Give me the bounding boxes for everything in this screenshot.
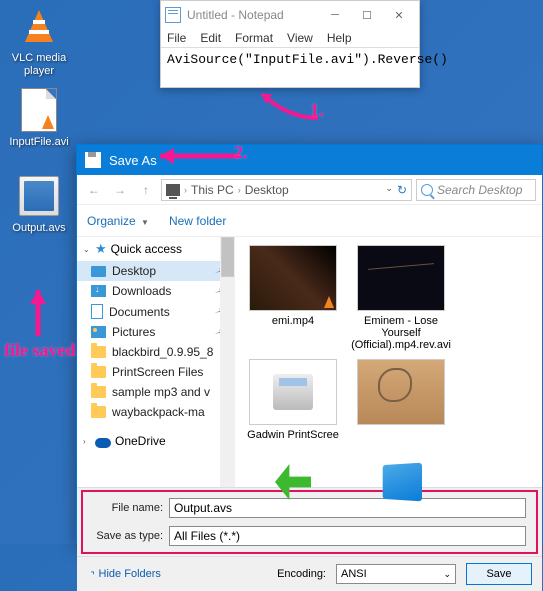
scrollbar-thumb[interactable]	[221, 237, 235, 277]
onedrive-icon	[95, 438, 111, 448]
chevron-right-icon: ›	[184, 185, 187, 195]
annotation-arrow-1	[248, 88, 328, 122]
vlc-icon	[25, 10, 53, 42]
nav-tree: ⌄ ★ Quick access Desktop📌 Downloads📌 Doc…	[77, 237, 235, 487]
encoding-select[interactable]: ANSI⌄	[336, 564, 456, 584]
filename-input[interactable]: Output.avs	[169, 498, 526, 518]
annotation-arrow-3	[24, 280, 54, 344]
folder-icon	[91, 346, 106, 358]
video-thumbnail	[249, 245, 337, 311]
nav-forward-button[interactable]: →	[109, 179, 131, 201]
scrollbar[interactable]	[220, 237, 234, 487]
avs-file-icon	[19, 176, 59, 216]
folder-icon	[91, 406, 106, 418]
save-icon	[85, 152, 101, 168]
desktop-icon-inputfile[interactable]: InputFile.avi	[4, 88, 74, 149]
menu-help[interactable]: Help	[327, 31, 352, 45]
tree-folder[interactable]: blackbird_0.9.95_8	[77, 342, 234, 362]
desktop-icon-label: InputFile.avi	[4, 136, 74, 149]
filetype-select[interactable]: All Files (*.*)	[169, 526, 526, 546]
documents-icon	[91, 304, 103, 319]
encoding-label: Encoding:	[277, 568, 326, 580]
save-button[interactable]: Save	[466, 563, 532, 585]
close-button[interactable]: ✕	[383, 3, 415, 27]
notepad-window: Untitled - Notepad ─ ☐ ✕ File Edit Forma…	[160, 0, 420, 88]
downloads-icon	[91, 285, 106, 297]
tree-quickaccess[interactable]: ⌄ ★ Quick access	[77, 237, 234, 261]
star-icon: ★	[95, 241, 107, 257]
file-item[interactable]: emi.mp4	[243, 245, 343, 327]
desktop-icon-vlc[interactable]: VLC media player	[4, 4, 74, 78]
nav-back-button[interactable]: ←	[83, 179, 105, 201]
new-folder-button[interactable]: New folder	[169, 214, 226, 228]
desktop-icon-label: VLC media player	[4, 52, 74, 78]
toolbar: Organize ▼ New folder	[77, 205, 542, 237]
nav-row: ← → ↑ › This PC › Desktop ⌄ ↻ Search Des…	[77, 175, 542, 205]
tree-folder[interactable]: PrintScreen Files	[77, 362, 234, 382]
tree-pictures[interactable]: Pictures📌	[77, 322, 234, 342]
tree-onedrive[interactable]: › OneDrive	[77, 430, 234, 452]
pc-icon	[166, 184, 180, 196]
file-item[interactable]	[351, 449, 451, 519]
dropdown-chevron-icon[interactable]: ⌄	[385, 183, 393, 197]
folder-icon	[91, 366, 106, 378]
nav-up-button[interactable]: ↑	[135, 179, 157, 201]
pictures-icon	[91, 326, 106, 338]
tree-folder[interactable]: waybackpack-ma	[77, 402, 234, 422]
search-input[interactable]: Search Desktop	[416, 179, 536, 201]
search-icon	[421, 184, 433, 196]
file-label: Eminem - Lose Yourself (Official).mp4.re…	[351, 315, 451, 351]
saveas-dialog: Save As ← → ↑ › This PC › Desktop ⌄ ↻ Se…	[76, 144, 543, 544]
maximize-button[interactable]: ☐	[351, 3, 383, 27]
app-thumbnail	[249, 359, 337, 425]
tree-folder[interactable]: sample mp3 and v	[77, 382, 234, 402]
organize-button[interactable]: Organize ▼	[87, 214, 149, 228]
menu-file[interactable]: File	[167, 31, 186, 45]
crumb-desktop[interactable]: Desktop	[245, 183, 289, 197]
filetype-label: Save as type:	[93, 530, 163, 542]
file-item[interactable]: Gadwin PrintScree	[243, 359, 343, 441]
file-item[interactable]: Eminem - Lose Yourself (Official).mp4.re…	[351, 245, 451, 351]
file-item[interactable]	[243, 449, 343, 519]
app-thumbnail	[357, 449, 445, 515]
folder-icon	[91, 386, 106, 398]
video-thumbnail	[357, 359, 445, 425]
breadcrumb[interactable]: › This PC › Desktop ⌄ ↻	[161, 179, 412, 201]
file-pane[interactable]: emi.mp4 Eminem - Lose Yourself (Official…	[235, 237, 542, 487]
desktop-icon	[91, 266, 106, 277]
caret-right-icon: ›	[83, 437, 91, 446]
chevron-down-icon: ▼	[141, 218, 149, 227]
menu-edit[interactable]: Edit	[200, 31, 221, 45]
menu-format[interactable]: Format	[235, 31, 273, 45]
filename-label: File name:	[93, 502, 163, 514]
notepad-textarea[interactable]: AviSource("InputFile.avi").Reverse()	[161, 47, 419, 87]
file-item[interactable]	[351, 359, 451, 429]
avi-file-icon	[21, 88, 57, 132]
notepad-icon	[165, 7, 181, 23]
chevron-up-icon: ⌃	[84, 567, 97, 580]
menu-view[interactable]: View	[287, 31, 313, 45]
annotation-arrow-2	[146, 142, 246, 166]
hide-folders-button[interactable]: ⌃ Hide Folders	[87, 568, 161, 580]
tree-documents[interactable]: Documents📌	[77, 301, 234, 322]
chevron-down-icon: ⌄	[443, 569, 451, 580]
minimize-button[interactable]: ─	[319, 3, 351, 27]
notepad-titlebar[interactable]: Untitled - Notepad ─ ☐ ✕	[161, 1, 419, 29]
caret-down-icon: ⌄	[83, 245, 91, 254]
tree-desktop[interactable]: Desktop📌	[77, 261, 234, 281]
notepad-menubar: File Edit Format View Help	[161, 29, 419, 47]
shortcut-thumbnail	[249, 449, 337, 515]
crumb-thispc[interactable]: This PC	[191, 183, 234, 197]
desktop-icon-output[interactable]: Output.avs	[4, 174, 74, 235]
file-label: Gadwin PrintScree	[247, 429, 339, 441]
file-label: emi.mp4	[272, 315, 314, 327]
desktop-icon-label: Output.avs	[4, 222, 74, 235]
tree-downloads[interactable]: Downloads📌	[77, 281, 234, 301]
chevron-right-icon: ›	[238, 185, 241, 195]
video-thumbnail	[357, 245, 445, 311]
notepad-title-text: Untitled - Notepad	[187, 8, 284, 22]
refresh-icon[interactable]: ↻	[397, 183, 407, 197]
